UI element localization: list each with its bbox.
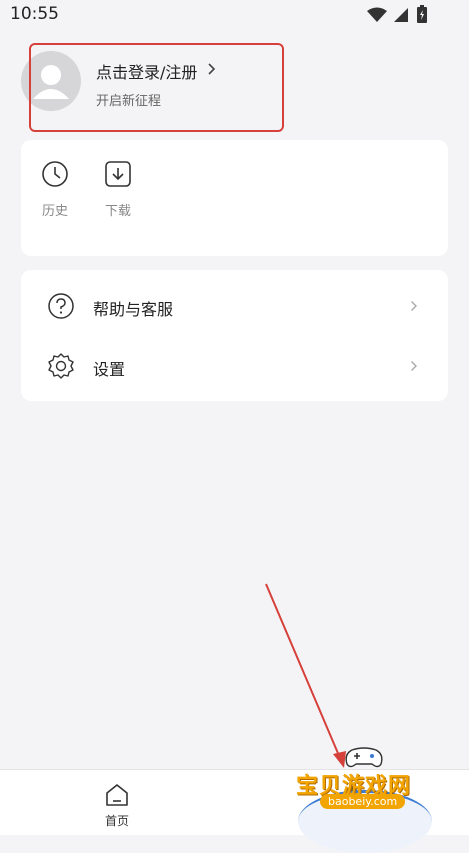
- download-button[interactable]: 下载: [98, 160, 138, 219]
- menu-item-settings[interactable]: 设置: [21, 336, 448, 396]
- annotation-highlight-box: [29, 43, 284, 132]
- gear-icon: [48, 353, 74, 379]
- clock-icon: [42, 161, 68, 187]
- history-label: 历史: [41, 204, 68, 219]
- chevron-right-icon: [411, 361, 417, 371]
- gamepad-icon: [345, 747, 383, 768]
- battery-icon: [417, 5, 427, 23]
- history-button[interactable]: 历史: [35, 160, 75, 219]
- home-icon: [106, 784, 128, 806]
- tools-card: 历史 下载: [21, 140, 448, 256]
- tab-home-label: 首页: [104, 814, 129, 828]
- status-time: 10:55: [10, 4, 59, 24]
- download-label: 下载: [104, 204, 131, 219]
- menu-card: 帮助与客服 设置: [21, 270, 448, 401]
- wifi-icon: [367, 7, 387, 22]
- menu-label-help: 帮助与客服: [93, 300, 174, 319]
- menu-label-settings: 设置: [93, 360, 126, 379]
- watermark-logo: 宝贝游戏网 baobeiy.com: [290, 742, 440, 853]
- chevron-right-icon: [411, 301, 417, 311]
- tab-home[interactable]: 首页: [87, 782, 147, 829]
- status-bar: 10:55: [0, 0, 469, 32]
- signal-icon: [394, 8, 408, 22]
- watermark-url: baobeiy.com: [320, 794, 406, 809]
- help-icon: [48, 293, 74, 319]
- menu-item-help[interactable]: 帮助与客服: [21, 276, 448, 336]
- download-icon: [105, 161, 131, 187]
